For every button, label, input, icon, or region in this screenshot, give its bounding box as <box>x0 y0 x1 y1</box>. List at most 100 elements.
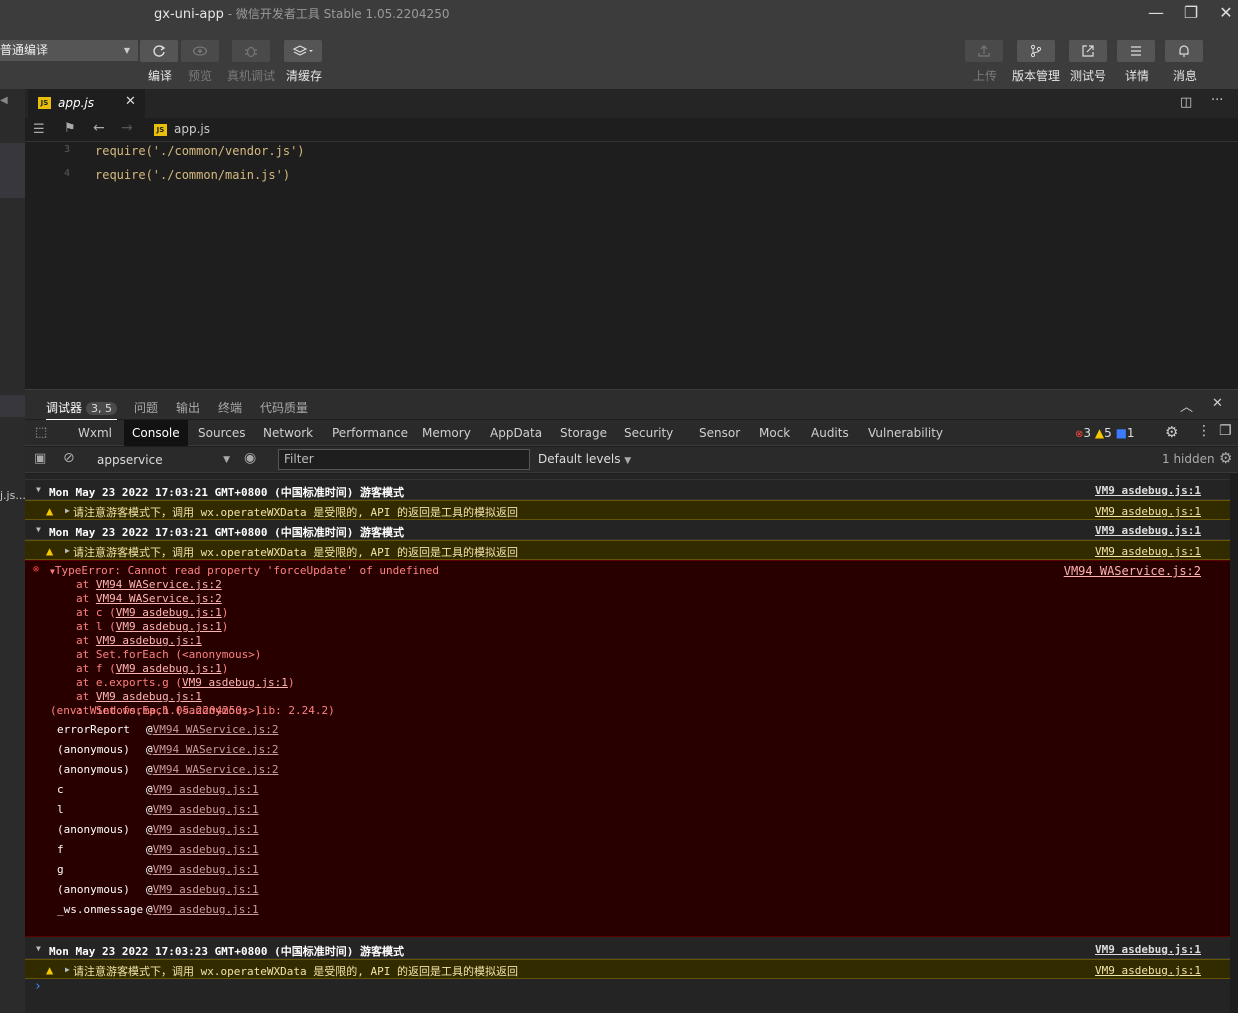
upload-button[interactable] <box>965 40 1003 62</box>
source-link[interactable]: VM9 asdebug.js:1 <box>1095 505 1201 518</box>
source-link[interactable]: VM9 asdebug.js:1 <box>1095 484 1201 497</box>
trace-location[interactable]: @VM9 asdebug.js:1 <box>146 823 259 836</box>
warning-row[interactable]: ▲ ▶ 请注意游客模式下，调用 wx.operateWXData 是受限的, A… <box>25 540 1230 560</box>
trace-location[interactable]: @VM94 WAService.js:2 <box>146 723 278 736</box>
minimize-button[interactable]: — <box>1145 2 1167 24</box>
message-button[interactable] <box>1165 40 1203 62</box>
collapse-panel-icon[interactable]: ︿ <box>1180 396 1193 415</box>
trace-location[interactable]: @VM9 asdebug.js:1 <box>146 803 259 816</box>
trace-link[interactable]: VM9 asdebug.js:1 <box>153 823 259 836</box>
console-settings-icon[interactable]: ⚙ <box>1219 449 1232 467</box>
settings-icon[interactable]: ⚙ <box>1165 423 1178 441</box>
clear-console-icon[interactable]: ⊘ <box>63 450 75 466</box>
trace-location[interactable]: @VM9 asdebug.js:1 <box>146 903 259 916</box>
tab-network[interactable]: Network <box>255 420 321 446</box>
console-prompt[interactable]: › <box>34 979 42 994</box>
tab-debugger[interactable]: 调试器 3, 5 <box>46 399 118 421</box>
trace-link[interactable]: VM94 WAService.js:2 <box>153 723 279 736</box>
trace-location[interactable]: @VM9 asdebug.js:1 <box>146 783 259 796</box>
trace-location[interactable]: @VM9 asdebug.js:1 <box>146 843 259 856</box>
trace-location[interactable]: @VM94 WAService.js:2 <box>146 743 278 756</box>
close-panel-icon[interactable]: ✕ <box>1212 396 1223 411</box>
trace-link[interactable]: VM9 asdebug.js:1 <box>153 863 259 876</box>
source-link[interactable]: VM94 WAService.js:2 <box>1064 564 1201 578</box>
file-name-truncated[interactable]: j.js... <box>0 489 26 502</box>
trace-link[interactable]: VM94 WAService.js:2 <box>153 763 279 776</box>
split-editor-icon[interactable]: ◫ <box>1180 95 1192 110</box>
back-icon[interactable]: ← <box>93 120 105 136</box>
error-block[interactable]: ⊗ ▼TypeError: Cannot read property 'forc… <box>25 560 1230 937</box>
tab-appdata[interactable]: AppData <box>482 420 550 446</box>
detail-button[interactable] <box>1117 40 1155 62</box>
tab-sources[interactable]: Sources <box>190 420 253 446</box>
expand-triangle-icon[interactable]: ▼ <box>36 485 41 494</box>
tab-mock[interactable]: Mock <box>751 420 798 446</box>
filter-input[interactable]: Filter <box>278 449 530 470</box>
stack-link[interactable]: VM9 asdebug.js:1 <box>96 634 202 647</box>
stack-link[interactable]: VM9 asdebug.js:1 <box>116 662 222 675</box>
forward-icon[interactable]: → <box>121 120 133 136</box>
tab-memory[interactable]: Memory <box>414 420 479 446</box>
restore-button[interactable]: ❐ <box>1180 2 1202 24</box>
preview-button[interactable] <box>181 40 219 62</box>
source-link[interactable]: VM9 asdebug.js:1 <box>1095 524 1201 537</box>
stack-link[interactable]: VM94 WAService.js:2 <box>96 578 222 591</box>
explorer-selected-row[interactable] <box>0 143 25 198</box>
log-group-header[interactable]: ▼ Mon May 23 2022 17:03:21 GMT+0800 (中国标… <box>25 480 1230 500</box>
inspect-icon[interactable]: ⬚ <box>35 425 47 440</box>
tab-console[interactable]: Console <box>124 420 188 446</box>
sidebar-toggle-icon[interactable]: ▣ <box>34 451 46 466</box>
warning-row[interactable]: ▲ ▶ 请注意游客模式下，调用 wx.operateWXData 是受限的, A… <box>25 959 1230 979</box>
log-group-header[interactable]: ▼ Mon May 23 2022 17:03:21 GMT+0800 (中国标… <box>25 520 1230 540</box>
tab-wxml[interactable]: Wxml <box>70 420 120 446</box>
explorer-row[interactable] <box>0 395 25 417</box>
issue-counters[interactable]: ⊗3 ▲5 ■1 <box>1075 426 1135 440</box>
tab-output[interactable]: 输出 <box>176 399 200 416</box>
console-output[interactable]: ▼ Mon May 23 2022 17:03:21 GMT+0800 (中国标… <box>25 474 1230 1013</box>
stack-link[interactable]: VM94 WAService.js:2 <box>96 592 222 605</box>
compile-button[interactable] <box>140 40 178 62</box>
source-link[interactable]: VM9 asdebug.js:1 <box>1095 943 1201 956</box>
device-debug-button[interactable] <box>232 40 270 62</box>
expand-triangle-icon[interactable]: ▶ <box>65 506 70 515</box>
trace-link[interactable]: VM9 asdebug.js:1 <box>153 783 259 796</box>
log-levels-select[interactable]: Default levels ▼ <box>538 452 631 466</box>
clear-cache-button[interactable] <box>284 40 322 62</box>
trace-link[interactable]: VM9 asdebug.js:1 <box>153 803 259 816</box>
trace-link[interactable]: VM9 asdebug.js:1 <box>153 843 259 856</box>
warning-row[interactable]: ▲ ▶ 请注意游客模式下，调用 wx.operateWXData 是受限的, A… <box>25 500 1230 520</box>
expand-triangle-icon[interactable]: ▶ <box>65 965 70 974</box>
test-account-button[interactable] <box>1069 40 1107 62</box>
tab-vulnerability[interactable]: Vulnerability <box>860 420 951 446</box>
source-link[interactable]: VM9 asdebug.js:1 <box>1095 545 1201 558</box>
source-link[interactable]: VM9 asdebug.js:1 <box>1095 964 1201 977</box>
context-select[interactable]: appservice ▼ <box>90 450 230 470</box>
trace-location[interactable]: @VM94 WAService.js:2 <box>146 763 278 776</box>
stack-link[interactable]: VM9 asdebug.js:1 <box>116 606 222 619</box>
outline-icon[interactable]: ☰ <box>33 122 45 137</box>
error-message[interactable]: ▼TypeError: Cannot read property 'forceU… <box>50 564 439 577</box>
trace-location[interactable]: @VM9 asdebug.js:1 <box>146 883 259 896</box>
version-button[interactable] <box>1017 40 1055 62</box>
trace-link[interactable]: VM94 WAService.js:2 <box>153 743 279 756</box>
compile-mode-select[interactable]: 普通编译 ▼ <box>0 40 138 61</box>
stack-link[interactable]: VM9 asdebug.js:1 <box>96 690 202 703</box>
eye-icon[interactable]: ◉ <box>244 450 256 466</box>
close-window-button[interactable]: ✕ <box>1215 2 1237 24</box>
more-icon[interactable]: ··· <box>1211 93 1223 108</box>
trace-link[interactable]: VM9 asdebug.js:1 <box>153 903 259 916</box>
stack-link[interactable]: VM9 asdebug.js:1 <box>182 676 288 689</box>
tab-security[interactable]: Security <box>616 420 681 446</box>
tab-app-js[interactable]: JS app.js ✕ <box>28 89 145 118</box>
kebab-menu-icon[interactable]: ⋮ <box>1197 423 1211 439</box>
log-group-header[interactable]: ▼ Mon May 23 2022 17:03:23 GMT+0800 (中国标… <box>25 939 1230 959</box>
trace-link[interactable]: VM9 asdebug.js:1 <box>153 883 259 896</box>
tab-terminal[interactable]: 终端 <box>218 399 242 416</box>
tab-code-quality[interactable]: 代码质量 <box>260 399 308 416</box>
tab-sensor[interactable]: Sensor <box>691 420 748 446</box>
code-editor[interactable]: 3 require('./common/vendor.js') 4 requir… <box>25 142 1230 388</box>
tab-storage[interactable]: Storage <box>552 420 615 446</box>
close-tab-icon[interactable]: ✕ <box>125 94 136 109</box>
dock-icon[interactable]: ❐ <box>1219 423 1232 439</box>
bookmark-icon[interactable]: ⚑ <box>64 121 76 136</box>
